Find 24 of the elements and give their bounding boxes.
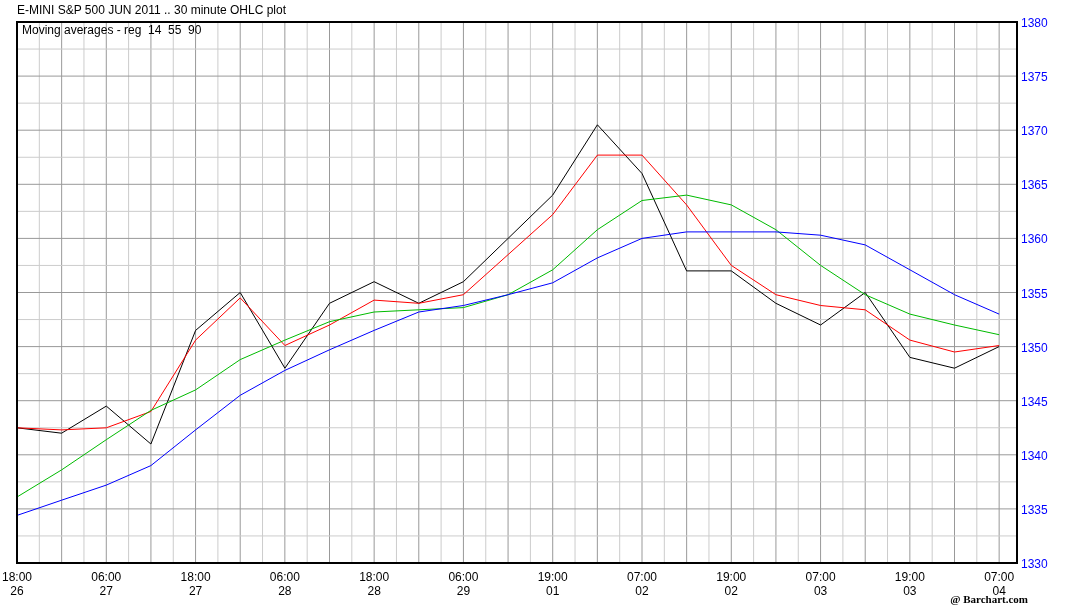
y-tick-label: 1340 xyxy=(1021,448,1048,463)
y-tick-label: 1335 xyxy=(1021,502,1048,517)
y-tick-label: 1360 xyxy=(1021,232,1048,247)
x-tick-label: 06:00 27 xyxy=(91,570,122,598)
y-tick-label: 1330 xyxy=(1021,557,1048,571)
x-tick-label: 07:00 03 xyxy=(805,570,836,598)
y-tick-label: 1380 xyxy=(1021,16,1048,30)
x-tick-label: 19:00 01 xyxy=(537,570,568,598)
y-tick-label: 1370 xyxy=(1021,124,1048,139)
x-tick-label: 19:00 02 xyxy=(716,570,747,598)
x-tick-label: 18:00 26 xyxy=(2,570,32,598)
x-tick-label: 07:00 02 xyxy=(627,570,657,598)
y-tick-label: 1355 xyxy=(1021,286,1048,301)
x-tick-label: 18:00 28 xyxy=(359,570,390,598)
legend-text: Moving averages - reg 14 55 90 xyxy=(22,23,202,37)
x-tick-label: 18:00 27 xyxy=(180,570,211,598)
x-tick-label: 06:00 29 xyxy=(448,570,479,598)
y-tick-label: 1365 xyxy=(1021,178,1048,193)
x-tick-label: 06:00 28 xyxy=(269,570,300,598)
chart-title: E-MINI S&P 500 JUN 2011 .. 30 minute OHLC plot xyxy=(17,3,286,17)
x-tick-label: 19:00 03 xyxy=(894,570,925,598)
y-tick-label: 1375 xyxy=(1021,70,1048,85)
y-tick-label: 1345 xyxy=(1021,394,1048,409)
y-tick-label: 1350 xyxy=(1021,340,1048,355)
